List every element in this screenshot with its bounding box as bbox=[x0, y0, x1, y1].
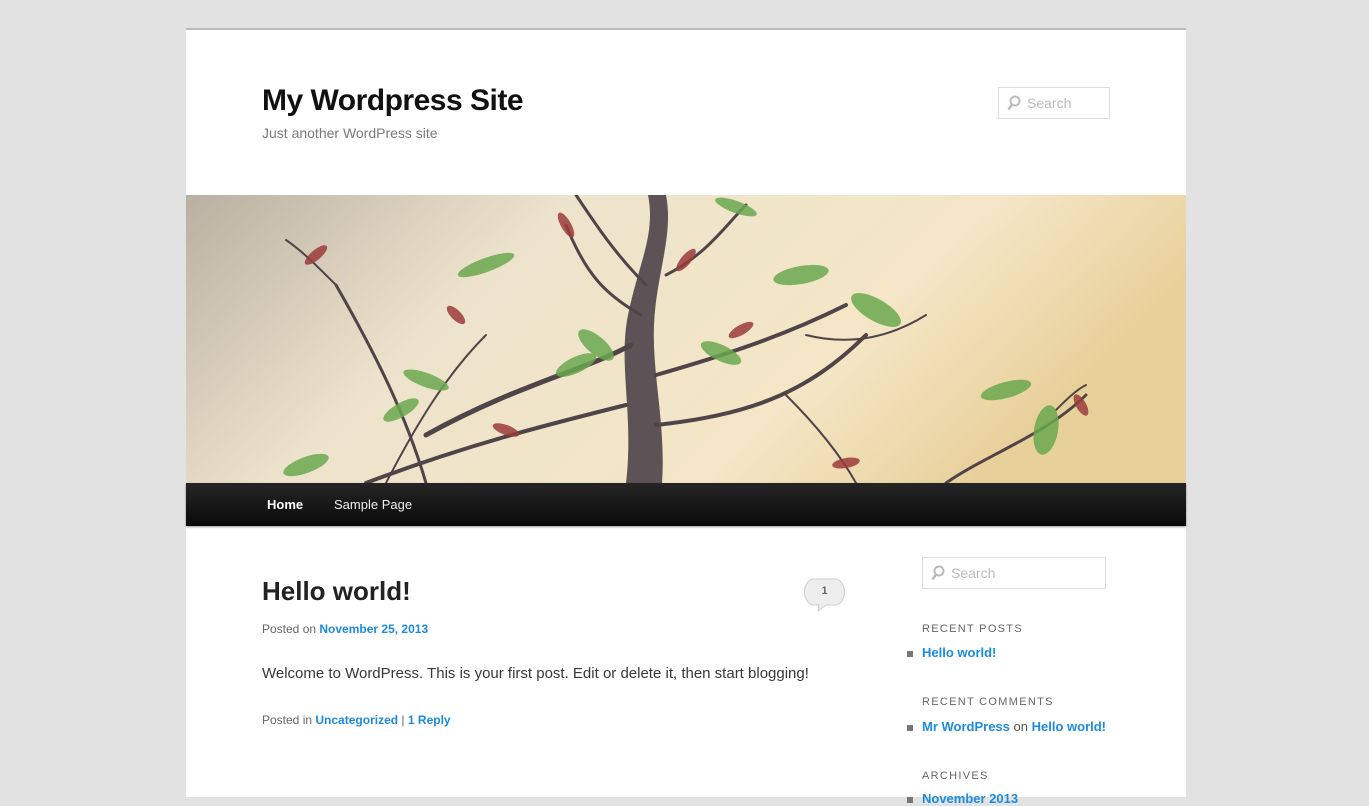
header-banner-image[interactable] bbox=[186, 195, 1186, 483]
category-link[interactable]: Uncategorized bbox=[315, 713, 398, 727]
recent-comment-item: Mr WordPress on Hello world! bbox=[906, 719, 1106, 734]
comment-count-bubble[interactable]: 1 bbox=[804, 578, 845, 613]
post-date-link[interactable]: November 25, 2013 bbox=[319, 622, 428, 636]
posted-on-label: Posted on bbox=[262, 622, 317, 636]
sidebar-search-input[interactable] bbox=[951, 558, 1088, 588]
search-icon bbox=[1007, 95, 1021, 111]
header-search-field[interactable] bbox=[998, 87, 1110, 119]
page: My Wordpress Site Just another WordPress… bbox=[186, 28, 1186, 806]
archive-item: November 2013 bbox=[906, 791, 1018, 806]
recent-post-link[interactable]: Hello world! bbox=[922, 645, 996, 660]
header-search-input[interactable] bbox=[1027, 88, 1110, 118]
post-date-meta: Posted on November 25, 2013 bbox=[262, 622, 428, 636]
post-title[interactable]: Hello world! bbox=[262, 576, 411, 607]
posted-in-label: Posted in bbox=[262, 713, 313, 727]
comment-connector: on bbox=[1013, 719, 1028, 734]
recent-post-item: Hello world! bbox=[906, 645, 996, 660]
sidebar-search-field[interactable] bbox=[922, 557, 1106, 589]
recent-comments-heading: Recent Comments bbox=[922, 696, 1054, 708]
archives-heading: Archives bbox=[922, 770, 989, 782]
recent-posts-heading: Recent Posts bbox=[922, 623, 1023, 635]
nav-item-sample-page[interactable]: Sample Page bbox=[334, 497, 412, 512]
post-footer-meta: Posted in Uncategorized | 1 Reply bbox=[262, 713, 451, 727]
search-icon bbox=[931, 565, 945, 581]
post-content: Welcome to WordPress. This is your first… bbox=[262, 665, 809, 682]
comment-count: 1 bbox=[821, 585, 828, 597]
comment-post-link[interactable]: Hello world! bbox=[1032, 719, 1106, 734]
meta-separator: | bbox=[401, 713, 405, 727]
bonsai-image bbox=[186, 195, 1186, 483]
site-description: Just another WordPress site bbox=[262, 125, 438, 141]
comment-author-link[interactable]: Mr WordPress bbox=[922, 719, 1010, 734]
main-navigation: Home Sample Page bbox=[186, 483, 1186, 526]
archive-link[interactable]: November 2013 bbox=[922, 791, 1018, 806]
reply-link[interactable]: 1 Reply bbox=[408, 713, 451, 727]
nav-item-home[interactable]: Home bbox=[267, 497, 303, 512]
site-title[interactable]: My Wordpress Site bbox=[262, 84, 524, 118]
